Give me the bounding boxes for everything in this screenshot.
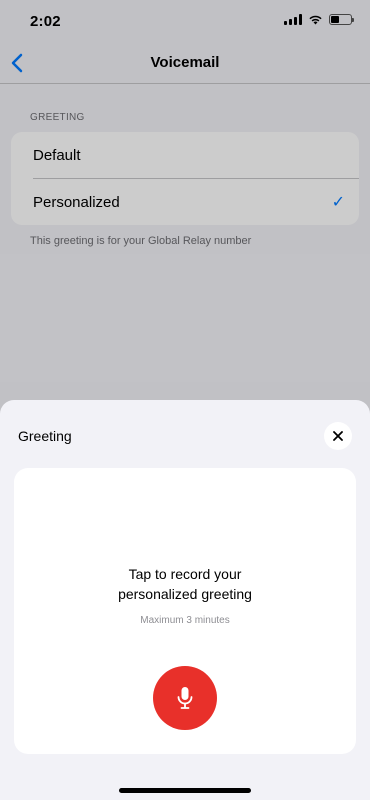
greeting-sheet: Greeting Tap to record your personalized…: [0, 400, 370, 800]
sheet-title: Greeting: [18, 428, 72, 444]
record-prompt: Tap to record your personalized greeting: [14, 564, 356, 604]
record-button[interactable]: [153, 666, 217, 730]
microphone-icon: [177, 687, 193, 709]
max-duration-note: Maximum 3 minutes: [140, 615, 230, 626]
close-button[interactable]: [324, 422, 352, 450]
record-card: Tap to record your personalized greeting…: [14, 468, 356, 754]
record-prompt-line1: Tap to record your: [128, 566, 242, 582]
home-indicator[interactable]: [119, 788, 251, 793]
close-icon: [333, 431, 343, 441]
record-prompt-line2: personalized greeting: [118, 586, 252, 602]
